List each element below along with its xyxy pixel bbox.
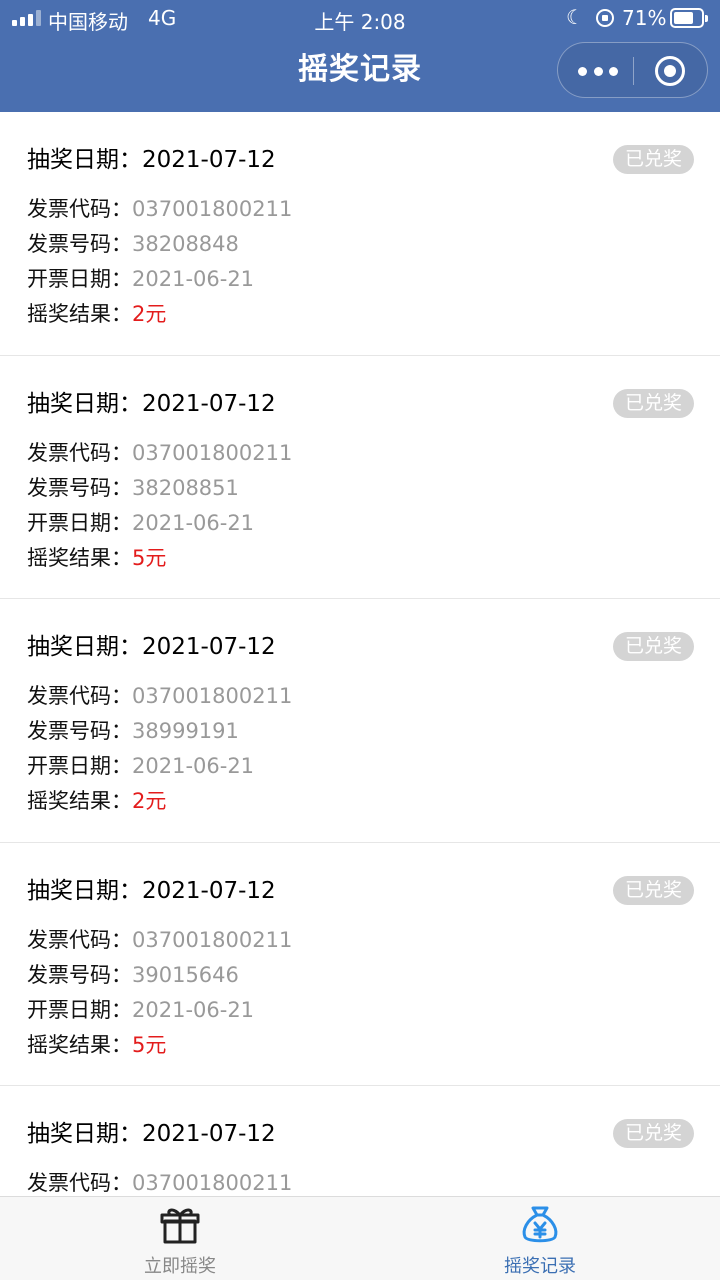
record-card: 抽奖日期：2021-07-12 已兑奖 发票代码：037001800211 发票…: [0, 112, 720, 356]
result-row: 摇奖结果：2元: [27, 297, 720, 332]
do-not-disturb-icon: ☾: [566, 5, 584, 29]
issue-date-row: 开票日期：2021-06-21: [27, 262, 720, 297]
result-value: 2元: [132, 789, 167, 813]
issue-date-row: 开票日期：2021-06-21: [27, 506, 720, 541]
status-badge: 已兑奖: [613, 145, 694, 174]
record-card: 抽奖日期：2021-07-12 已兑奖 发票代码：037001800211 发票…: [0, 599, 720, 843]
invoice-number-value: 38208851: [132, 475, 239, 500]
result-row: 摇奖结果：5元: [27, 1028, 720, 1063]
result-label: 摇奖结果：: [27, 789, 132, 813]
status-badge: 已兑奖: [613, 388, 694, 418]
invoice-code-value: 037001800211: [132, 927, 293, 952]
invoice-code-value: 037001800211: [132, 1171, 293, 1195]
record-card: 抽奖日期：2021-07-12 已兑奖 发票代码：037001800211 发票…: [0, 356, 720, 599]
invoice-number-label: 发票号码：: [27, 475, 132, 500]
battery-fill: [674, 12, 693, 24]
draw-date-label: 抽奖日期：: [27, 1121, 142, 1147]
draw-date-value: 2021-07-12: [142, 877, 276, 904]
status-badge: 已兑奖: [613, 1119, 694, 1148]
issue-date-value: 2021-06-21: [132, 510, 255, 535]
result-value: 5元: [132, 545, 167, 570]
capsule-divider: [633, 57, 634, 85]
issue-date-label: 开票日期：: [27, 997, 132, 1022]
orientation-lock-icon: [596, 9, 614, 27]
tab-draw-now[interactable]: 立即摇奖: [0, 1197, 360, 1280]
invoice-code-label: 发票代码：: [27, 1171, 132, 1195]
more-icon[interactable]: [578, 63, 618, 79]
close-miniprogram-icon[interactable]: [655, 56, 685, 86]
invoice-code-row: 发票代码：037001800211: [27, 679, 720, 714]
result-label: 摇奖结果：: [27, 1032, 132, 1057]
result-row: 摇奖结果：2元: [27, 784, 720, 819]
status-badge: 已兑奖: [613, 632, 694, 661]
result-row: 摇奖结果：5元: [27, 541, 720, 576]
invoice-number-label: 发票号码：: [27, 962, 132, 987]
miniprogram-capsule: [557, 42, 708, 98]
issue-date-row: 开票日期：2021-06-21: [27, 993, 720, 1028]
invoice-code-row: 发票代码：037001800211: [27, 923, 720, 958]
invoice-code-label: 发票代码：: [27, 440, 132, 465]
draw-date-value: 2021-07-12: [142, 1121, 276, 1147]
invoice-number-value: 38999191: [132, 719, 239, 743]
invoice-number-row: 发票号码：38208851: [27, 471, 720, 506]
invoice-number-value: 39015646: [132, 962, 239, 987]
status-badge: 已兑奖: [613, 875, 694, 905]
invoice-number-label: 发票号码：: [27, 232, 132, 256]
draw-date-label: 抽奖日期：: [27, 390, 142, 417]
issue-date-row: 开票日期：2021-06-21: [27, 749, 720, 784]
issue-date-label: 开票日期：: [27, 510, 132, 535]
invoice-code-value: 037001800211: [132, 440, 293, 465]
issue-date-label: 开票日期：: [27, 267, 132, 291]
invoice-code-label: 发票代码：: [27, 197, 132, 221]
header: 中国移动 4G 上午 2:08 ☾ 71% 摇奖记录: [0, 0, 720, 112]
tab-draw-records[interactable]: 摇奖记录: [360, 1197, 720, 1280]
record-card: 抽奖日期：2021-07-12 已兑奖 发票代码：037001800211: [0, 1086, 720, 1196]
draw-date-label: 抽奖日期：: [27, 634, 142, 660]
record-list[interactable]: 抽奖日期：2021-07-12 已兑奖 发票代码：037001800211 发票…: [0, 112, 720, 1196]
battery-percent: 71%: [622, 6, 667, 30]
result-label: 摇奖结果：: [27, 545, 132, 570]
issue-date-value: 2021-06-21: [132, 997, 255, 1022]
gift-icon: [160, 1208, 200, 1244]
issue-date-value: 2021-06-21: [132, 754, 255, 778]
invoice-number-value: 38208848: [132, 232, 239, 256]
invoice-code-row: 发票代码：037001800211: [27, 436, 720, 471]
tab-bar: 立即摇奖 摇奖记录: [0, 1196, 720, 1280]
draw-date-label: 抽奖日期：: [27, 877, 142, 904]
record-card: 抽奖日期：2021-07-12 已兑奖 发票代码：037001800211 发票…: [0, 843, 720, 1086]
draw-date-value: 2021-07-12: [142, 390, 276, 417]
draw-date-value: 2021-07-12: [142, 147, 276, 173]
invoice-code-value: 037001800211: [132, 684, 293, 708]
invoice-number-row: 发票号码：39015646: [27, 958, 720, 993]
issue-date-value: 2021-06-21: [132, 267, 255, 291]
invoice-code-row: 发票代码：037001800211: [27, 192, 720, 227]
invoice-code-value: 037001800211: [132, 197, 293, 221]
result-value: 2元: [132, 302, 167, 326]
draw-date-label: 抽奖日期：: [27, 147, 142, 173]
invoice-code-label: 发票代码：: [27, 927, 132, 952]
result-label: 摇奖结果：: [27, 302, 132, 326]
status-bar: 中国移动 4G 上午 2:08 ☾ 71%: [0, 0, 720, 38]
battery-icon: [670, 8, 708, 28]
invoice-number-row: 发票号码：38208848: [27, 227, 720, 262]
result-value: 5元: [132, 1032, 167, 1057]
issue-date-label: 开票日期：: [27, 754, 132, 778]
invoice-code-row: 发票代码：037001800211: [27, 1166, 720, 1196]
draw-date-value: 2021-07-12: [142, 634, 276, 660]
tab-draw-records-label: 摇奖记录: [504, 1256, 576, 1277]
money-bag-icon: [522, 1206, 558, 1243]
invoice-number-row: 发票号码：38999191: [27, 714, 720, 749]
invoice-code-label: 发票代码：: [27, 684, 132, 708]
tab-draw-now-label: 立即摇奖: [144, 1256, 216, 1277]
invoice-number-label: 发票号码：: [27, 719, 132, 743]
